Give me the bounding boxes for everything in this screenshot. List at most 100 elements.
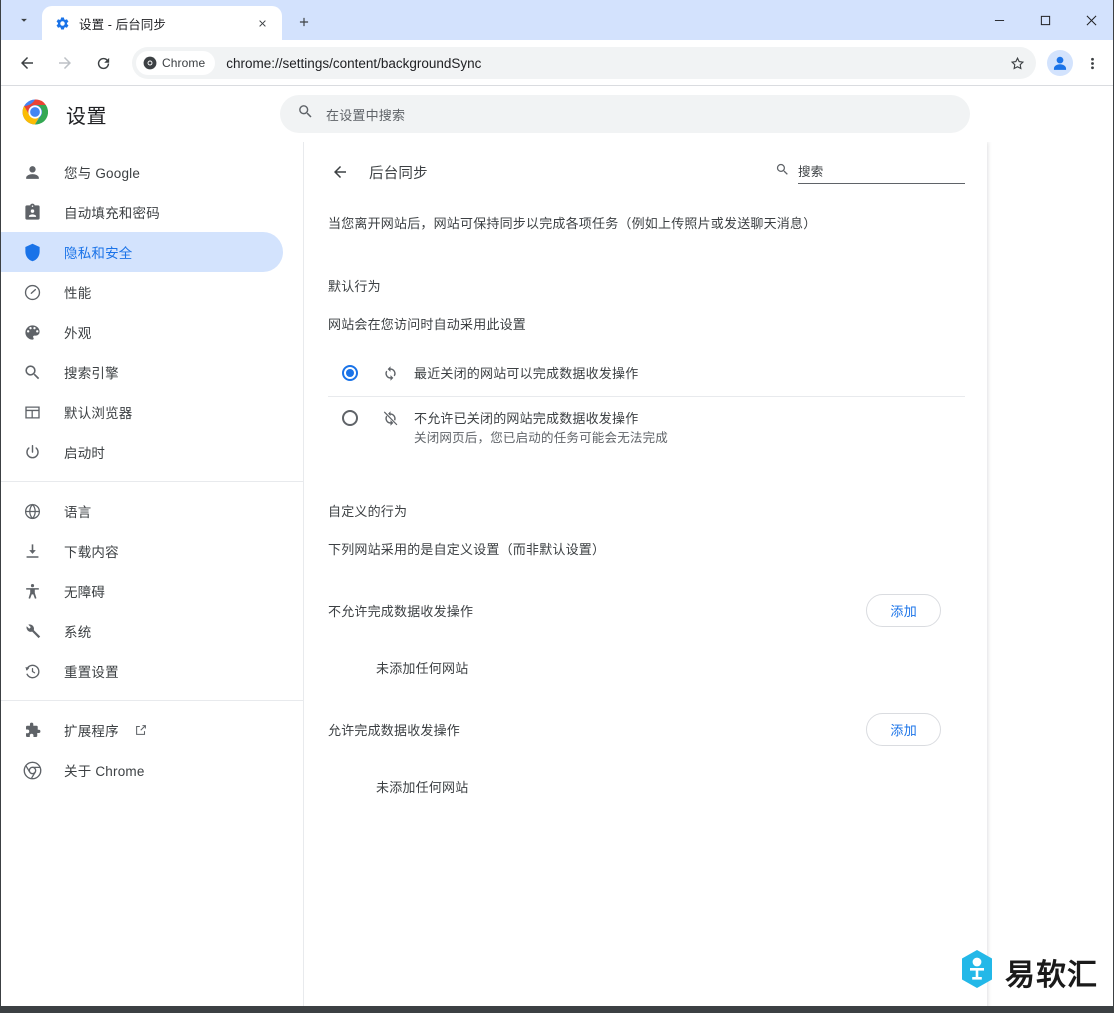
settings-header: 设置 在设置中搜索: [0, 86, 1114, 142]
sidebar-item-performance[interactable]: 性能: [0, 272, 283, 312]
permission-block-header: 允许完成数据收发操作 添加: [328, 711, 965, 747]
download-icon: [22, 541, 42, 561]
search-icon: [775, 162, 790, 182]
maximize-button[interactable]: [1022, 0, 1068, 40]
back-button[interactable]: [324, 156, 356, 188]
settings-page: 设置 在设置中搜索 您与 Google 自动填充和密码 隐私和安全 性能 外观 …: [0, 86, 1114, 1013]
add-site-button-allow[interactable]: 添加: [866, 712, 941, 746]
sidebar-item-label: 外观: [64, 326, 92, 341]
three-dots-icon[interactable]: [1078, 47, 1106, 79]
radio-button[interactable]: [342, 365, 358, 381]
sidebar-item-you-and-google[interactable]: 您与 Google: [0, 152, 283, 192]
star-icon[interactable]: [1004, 50, 1030, 76]
arrow-back-icon[interactable]: [11, 47, 43, 79]
tab-settings[interactable]: 设置 - 后台同步: [42, 6, 282, 40]
sidebar-item-label: 您与 Google: [64, 166, 141, 181]
radio-option-allow-recently-closed[interactable]: 最近关闭的网站可以完成数据收发操作: [328, 352, 965, 396]
sidebar-item-about-chrome[interactable]: 关于 Chrome: [0, 750, 283, 790]
shield-icon: [22, 242, 42, 262]
sidebar-item-system[interactable]: 系统: [0, 611, 283, 651]
address-bar[interactable]: Chrome chrome://settings/content/backgro…: [132, 47, 1036, 79]
browser-toolbar: Chrome chrome://settings/content/backgro…: [0, 40, 1114, 86]
sidebar-item-appearance[interactable]: 外观: [0, 312, 283, 352]
radio-texts: 不允许已关闭的网站完成数据收发操作 关闭网页后，您已启动的任务可能会无法完成: [414, 408, 965, 448]
browser-window-icon: [22, 402, 42, 422]
permission-block-header: 不允许完成数据收发操作 添加: [328, 592, 965, 628]
palette-icon: [22, 322, 42, 342]
minimize-button[interactable]: [976, 0, 1022, 40]
empty-site-list-note: 未添加任何网站: [376, 780, 469, 795]
content-search-placeholder: 搜索: [798, 164, 824, 179]
close-icon[interactable]: [252, 13, 272, 33]
origin-chip: Chrome: [136, 51, 216, 75]
default-behavior-radio-group: 最近关闭的网站可以完成数据收发操作 不允许已关闭的网站完成数据收发操作 关闭网页…: [328, 352, 965, 459]
search-icon: [22, 362, 42, 382]
settings-search-placeholder: 在设置中搜索: [326, 107, 406, 123]
settings-body: 您与 Google 自动填充和密码 隐私和安全 性能 外观 搜索引擎 默认浏览器…: [0, 142, 1114, 1013]
sidebar-item-autofill-passwords[interactable]: 自动填充和密码: [0, 192, 283, 232]
sidebar-item-extensions[interactable]: 扩展程序: [0, 710, 283, 750]
new-tab-button[interactable]: [290, 8, 318, 36]
sidebar-item-privacy-security[interactable]: 隐私和安全: [0, 232, 283, 272]
window-bottom-edge: [0, 1006, 1114, 1013]
accessibility-icon: [22, 581, 42, 601]
sidebar-item-downloads[interactable]: 下载内容: [0, 531, 283, 571]
wrench-icon: [22, 621, 42, 641]
puzzle-icon: [22, 720, 42, 740]
sidebar-item-reset-settings[interactable]: 重置设置: [0, 651, 283, 691]
settings-sidebar: 您与 Google 自动填充和密码 隐私和安全 性能 外观 搜索引擎 默认浏览器…: [0, 142, 304, 1013]
add-site-button-block[interactable]: 添加: [866, 593, 941, 627]
sidebar-item-label: 下载内容: [64, 545, 119, 560]
radio-sublabel: 关闭网页后，您已启动的任务可能会无法完成: [414, 431, 669, 445]
sidebar-item-default-browser[interactable]: 默认浏览器: [0, 392, 283, 432]
close-button[interactable]: [1068, 0, 1114, 40]
default-behavior-subtitle: 网站会在您访问时自动采用此设置: [328, 317, 527, 332]
sidebar-item-label: 重置设置: [64, 665, 119, 680]
content-search-underline: 搜索: [798, 161, 965, 184]
sidebar-item-label: 语言: [64, 505, 92, 520]
content-search-input[interactable]: 搜索: [775, 161, 965, 184]
sidebar-item-accessibility[interactable]: 无障碍: [0, 571, 283, 611]
radio-button[interactable]: [342, 410, 358, 426]
subpage-header: 后台同步 搜索: [328, 142, 965, 196]
sidebar-item-languages[interactable]: 语言: [0, 491, 283, 531]
empty-site-list-note: 未添加任何网站: [376, 661, 469, 676]
chrome-icon: [143, 56, 157, 70]
radio-label: 最近关闭的网站可以完成数据收发操作: [414, 366, 639, 381]
radio-option-block-closed-sites[interactable]: 不允许已关闭的网站完成数据收发操作 关闭网页后，您已启动的任务可能会无法完成: [328, 396, 965, 459]
settings-brand: 设置: [0, 99, 280, 130]
window-edge-left: [0, 0, 1, 1013]
window-controls: [976, 0, 1114, 40]
chrome-logo-icon: [22, 99, 49, 130]
default-behavior-title: 默认行为: [328, 279, 381, 294]
power-icon: [22, 442, 42, 462]
subpage-title: 后台同步: [369, 165, 428, 182]
sidebar-item-search-engine[interactable]: 搜索引擎: [0, 352, 283, 392]
custom-behavior-title: 自定义的行为: [328, 504, 408, 519]
sidebar-item-label: 自动填充和密码: [64, 206, 160, 221]
clipboard-icon: [22, 202, 42, 222]
url-text: chrome://settings/content/backgroundSync: [226, 55, 482, 71]
person-icon: [22, 162, 42, 182]
sidebar-item-label: 启动时: [64, 446, 106, 461]
avatar[interactable]: [1046, 49, 1074, 77]
browser-window: 设置 - 后台同步 Chrome chrome://settings/conte…: [0, 0, 1114, 1013]
arrow-forward-icon: [49, 47, 81, 79]
background-sync-description: 当您离开网站后，网站可保持同步以完成各项任务（例如上传照片或发送聊天消息）: [328, 216, 817, 231]
permission-block-block: 不允许完成数据收发操作 添加 未添加任何网站: [328, 592, 965, 677]
tab-strip: 设置 - 后台同步: [0, 0, 1114, 40]
open-in-new-icon: [133, 722, 149, 738]
settings-search-input[interactable]: 在设置中搜索: [280, 95, 970, 133]
background-sync-card: 后台同步 搜索 当您离开网站后，网站可保持同步以完成各项任务（例如上传照片或发送…: [304, 142, 987, 1013]
tab-title: 设置 - 后台同步: [79, 17, 167, 32]
sidebar-item-label: 搜索引擎: [64, 366, 119, 381]
sidebar-item-on-startup[interactable]: 启动时: [0, 432, 283, 472]
sidebar-item-label: 性能: [64, 286, 92, 301]
sync-icon: [380, 363, 400, 383]
sidebar-item-label: 无障碍: [64, 585, 106, 600]
omnibox-actions: [1004, 50, 1030, 76]
chrome-icon: [22, 760, 42, 780]
tab-search-icon[interactable]: [10, 6, 38, 34]
permission-block-allow: 允许完成数据收发操作 添加 未添加任何网站: [328, 711, 965, 796]
reload-icon[interactable]: [87, 47, 119, 79]
